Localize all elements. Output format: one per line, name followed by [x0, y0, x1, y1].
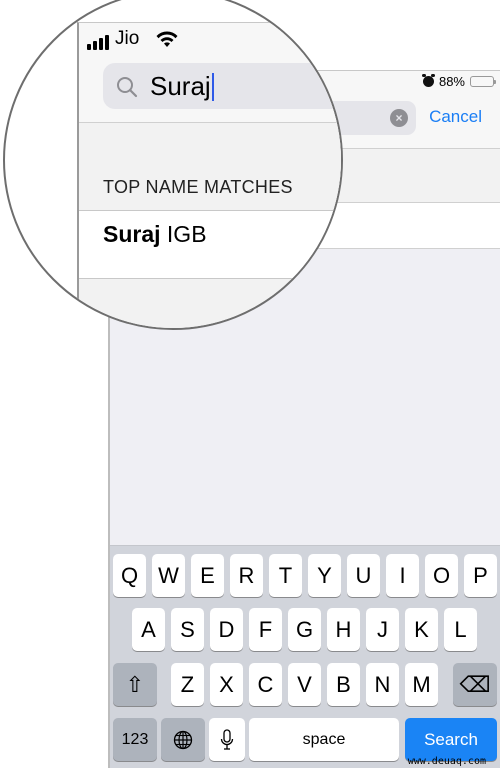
magnified-phone: Jio Suraj TOP NAME MATCHES Suraj IGB — [77, 22, 341, 328]
keyboard-row-3: ⇧ ⌫ ZXCVBNM — [110, 663, 500, 707]
key-e[interactable]: E — [191, 554, 224, 597]
magnified-search-bar: Suraj — [79, 59, 341, 123]
delete-icon: ⌫ — [459, 671, 491, 697]
key-a[interactable]: A — [132, 608, 165, 651]
carrier-name: Jio — [115, 28, 140, 49]
wifi-icon — [156, 31, 178, 47]
globe-key[interactable] — [161, 718, 205, 761]
magnified-status-bar: Jio — [79, 23, 341, 59]
key-c[interactable]: C — [249, 663, 282, 706]
shift-key[interactable]: ⇧ — [113, 663, 157, 706]
key-h[interactable]: H — [327, 608, 360, 651]
battery-icon — [470, 76, 496, 87]
key-r[interactable]: R — [230, 554, 263, 597]
key-d[interactable]: D — [210, 608, 243, 651]
key-m[interactable]: M — [405, 663, 438, 706]
numbers-key[interactable]: 123 — [113, 718, 157, 761]
list-item[interactable]: Suraj IGB — [79, 211, 341, 279]
result-rest: IGB — [160, 221, 207, 247]
magnified-search-input[interactable]: Suraj — [103, 63, 341, 109]
search-icon — [117, 77, 138, 98]
key-v[interactable]: V — [288, 663, 321, 706]
magnified-view: Jio Suraj TOP NAME MATCHES Suraj IGB — [5, 0, 341, 328]
globe-icon — [173, 730, 193, 749]
key-i[interactable]: I — [386, 554, 419, 597]
key-t[interactable]: T — [269, 554, 302, 597]
status-right: 88% — [421, 74, 496, 89]
section-header: TOP NAME MATCHES — [79, 123, 341, 211]
magnifier-lens: Jio Suraj TOP NAME MATCHES Suraj IGB — [3, 0, 343, 330]
result-match: Suraj — [103, 221, 161, 247]
key-y[interactable]: Y — [308, 554, 341, 597]
clear-icon[interactable]: × — [390, 109, 408, 127]
key-k[interactable]: K — [405, 608, 438, 651]
microphone-key[interactable] — [209, 718, 245, 761]
section-title: TOP NAME MATCHES — [103, 177, 293, 197]
search-query[interactable]: Suraj — [150, 71, 214, 102]
key-p[interactable]: P — [464, 554, 497, 597]
delete-key[interactable]: ⌫ — [453, 663, 497, 706]
space-key[interactable]: space — [249, 718, 399, 761]
key-o[interactable]: O — [425, 554, 458, 597]
watermark: www.deuaq.com — [407, 756, 486, 767]
key-z[interactable]: Z — [171, 663, 204, 706]
key-q[interactable]: Q — [113, 554, 146, 597]
cancel-button[interactable]: Cancel — [429, 107, 482, 127]
key-s[interactable]: S — [171, 608, 204, 651]
microphone-icon — [220, 728, 234, 750]
key-g[interactable]: G — [288, 608, 321, 651]
keyboard-row-2: ASDFGHJKL — [110, 608, 500, 652]
signal-bars-icon — [87, 35, 109, 50]
shift-icon: ⇧ — [125, 671, 145, 697]
result-name: Suraj IGB — [103, 221, 207, 248]
search-value: Suraj — [150, 71, 211, 101]
key-l[interactable]: L — [444, 608, 477, 651]
key-f[interactable]: F — [249, 608, 282, 651]
key-x[interactable]: X — [210, 663, 243, 706]
keyboard: QWERTYUIOP ASDFGHJKL ⇧ ⌫ ZXCVBNM 123 spa… — [110, 545, 500, 768]
key-u[interactable]: U — [347, 554, 380, 597]
battery-percent: 88% — [438, 74, 465, 89]
key-n[interactable]: N — [366, 663, 399, 706]
key-j[interactable]: J — [366, 608, 399, 651]
search-key[interactable]: Search — [405, 718, 497, 761]
alarm-icon — [421, 74, 435, 87]
text-caret — [211, 72, 214, 101]
key-w[interactable]: W — [152, 554, 185, 597]
key-b[interactable]: B — [327, 663, 360, 706]
keyboard-row-1: QWERTYUIOP — [110, 554, 500, 598]
